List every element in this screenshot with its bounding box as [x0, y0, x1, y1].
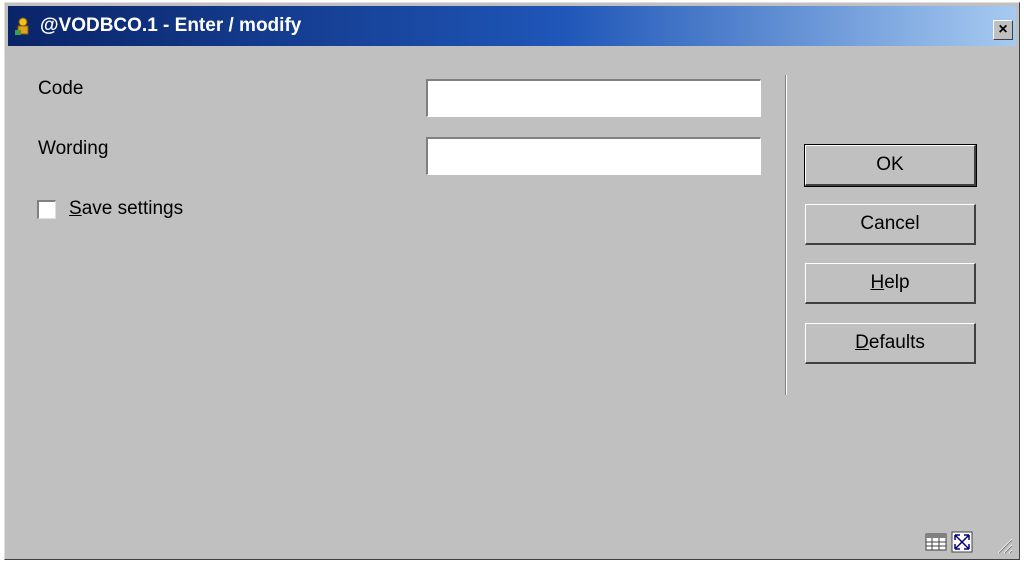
size-grip-icon[interactable] [995, 536, 1013, 554]
ok-button[interactable]: OK [804, 144, 977, 187]
save-settings-checkbox[interactable] [37, 200, 56, 219]
table-icon[interactable] [925, 531, 947, 553]
cancel-button[interactable]: Cancel [805, 204, 976, 245]
close-button[interactable]: × [993, 20, 1013, 40]
window-title: @VODBCO.1 - Enter / modify [40, 15, 302, 36]
vertical-divider [785, 75, 787, 395]
defaults-mnemonic: D [855, 332, 869, 353]
code-input[interactable] [426, 79, 761, 117]
code-label: Code [38, 78, 84, 99]
save-settings-label-text: ave settings [81, 198, 184, 219]
close-icon: × [998, 21, 1008, 38]
help-mnemonic: H [870, 272, 885, 293]
save-settings-label[interactable]: Save settings [69, 198, 183, 220]
defaults-button[interactable]: Defaults [805, 323, 976, 364]
help-button[interactable]: Help [805, 263, 976, 304]
dialog-window: @VODBCO.1 - Enter / modify × Code Wordin… [4, 2, 1020, 560]
defaults-button-text: efaults [868, 332, 925, 353]
save-settings-mnemonic: S [69, 198, 82, 219]
wording-input[interactable] [426, 137, 761, 175]
resize-icon[interactable] [951, 531, 973, 553]
app-icon [15, 17, 29, 35]
help-button-text: elp [884, 272, 910, 293]
wording-label: Wording [38, 138, 109, 159]
title-bar[interactable]: @VODBCO.1 - Enter / modify × [8, 6, 1016, 46]
